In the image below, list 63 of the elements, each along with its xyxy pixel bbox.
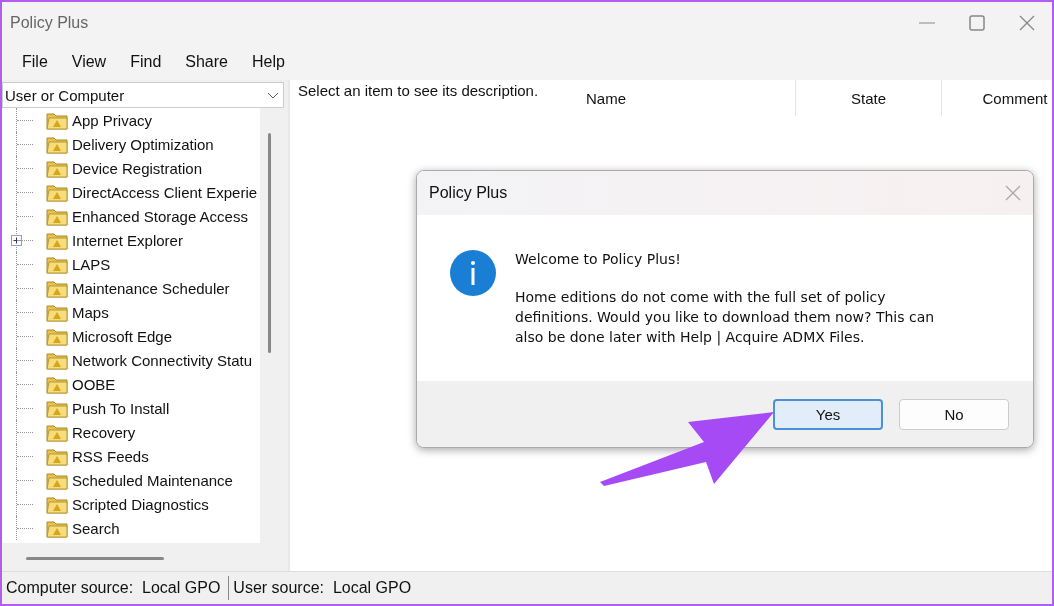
tree-item[interactable]: LAPS: [72, 255, 111, 273]
tree-item[interactable]: Maintenance Scheduler: [72, 279, 230, 297]
folder-icon: [46, 494, 68, 514]
window-title: Policy Plus: [10, 14, 90, 32]
tree-item[interactable]: Recovery: [72, 423, 136, 441]
dialog-button[interactable]: No: [899, 398, 1009, 430]
folder-icon: [46, 254, 68, 274]
close-icon: [1019, 15, 1035, 31]
tree-item[interactable]: DirectAccess Client Experie: [72, 183, 258, 201]
tree-item[interactable]: Scripted Diagnostics: [72, 495, 209, 513]
folder-icon: [46, 518, 68, 538]
folder-icon: [46, 398, 68, 418]
chevron-down-icon: [267, 91, 279, 99]
tree-item[interactable]: OOBE: [72, 375, 116, 393]
tree-item[interactable]: Microsoft Edge: [72, 327, 173, 345]
tree-item[interactable]: RSS Feeds: [72, 447, 149, 465]
folder-icon: [46, 350, 68, 370]
dialog-message: Home editions do not come with the full set of policy definitions. Would you like to download them now? This can also be done later with Help | Acquire ADMX Files.: [515, 288, 935, 347]
scope-dropdown[interactable]: User or Computer: [2, 82, 284, 108]
tree-item[interactable]: Enhanced Storage Access: [72, 207, 248, 225]
description-text: Select an item to see its description.: [297, 81, 540, 99]
folder-icon: [46, 230, 68, 250]
folder-icon: [46, 302, 68, 322]
scrollbar-thumb[interactable]: [26, 557, 164, 560]
folder-icon: [46, 110, 68, 130]
folder-icon: [46, 182, 68, 202]
tree-item[interactable]: Delivery Optimization: [72, 135, 214, 153]
menu-item[interactable]: Share: [173, 53, 240, 71]
tree-item[interactable]: App Privacy: [72, 111, 153, 129]
tree-item[interactable]: Maps: [72, 303, 109, 321]
info-icon: [449, 249, 497, 297]
status-text: Computer source: Local GPO: [5, 579, 222, 597]
menu-item[interactable]: File: [10, 53, 60, 71]
expand-icon[interactable]: [11, 235, 22, 246]
minimize-icon: [919, 22, 935, 24]
menu-item[interactable]: View: [59, 53, 119, 71]
tree-item[interactable]: Network Connectivity Statu: [72, 351, 253, 369]
menu-item[interactable]: Help: [240, 53, 297, 71]
close-icon[interactable]: [1005, 185, 1021, 201]
tree-item[interactable]: Internet Explorer: [72, 231, 183, 249]
folder-icon: [46, 446, 68, 466]
tree-item[interactable]: Search: [72, 519, 120, 537]
scrollbar-thumb[interactable]: [268, 133, 271, 353]
status-text: User source: Local GPO: [232, 579, 413, 597]
dialog-heading: Welcome to Policy Plus!: [515, 250, 682, 269]
tree-item[interactable]: Device Registration: [72, 159, 203, 177]
folder-icon: [46, 422, 68, 442]
folder-icon: [46, 278, 68, 298]
column-header[interactable]: Comment: [942, 80, 1052, 116]
tree-item[interactable]: Push To Install: [72, 399, 170, 417]
folder-icon: [46, 470, 68, 490]
folder-icon: [46, 134, 68, 154]
column-header[interactable]: Name: [578, 80, 796, 116]
folder-icon: [46, 326, 68, 346]
dialog-title: Policy Plus: [429, 184, 508, 202]
maximize-icon: [969, 15, 985, 31]
column-header[interactable]: State: [796, 80, 942, 116]
folder-icon: [46, 158, 68, 178]
tree-item[interactable]: Scheduled Maintenance: [72, 471, 233, 489]
menu-item[interactable]: Find: [118, 53, 174, 71]
folder-icon: [46, 206, 68, 226]
dialog-button[interactable]: Yes: [773, 398, 883, 430]
folder-icon: [46, 374, 68, 394]
